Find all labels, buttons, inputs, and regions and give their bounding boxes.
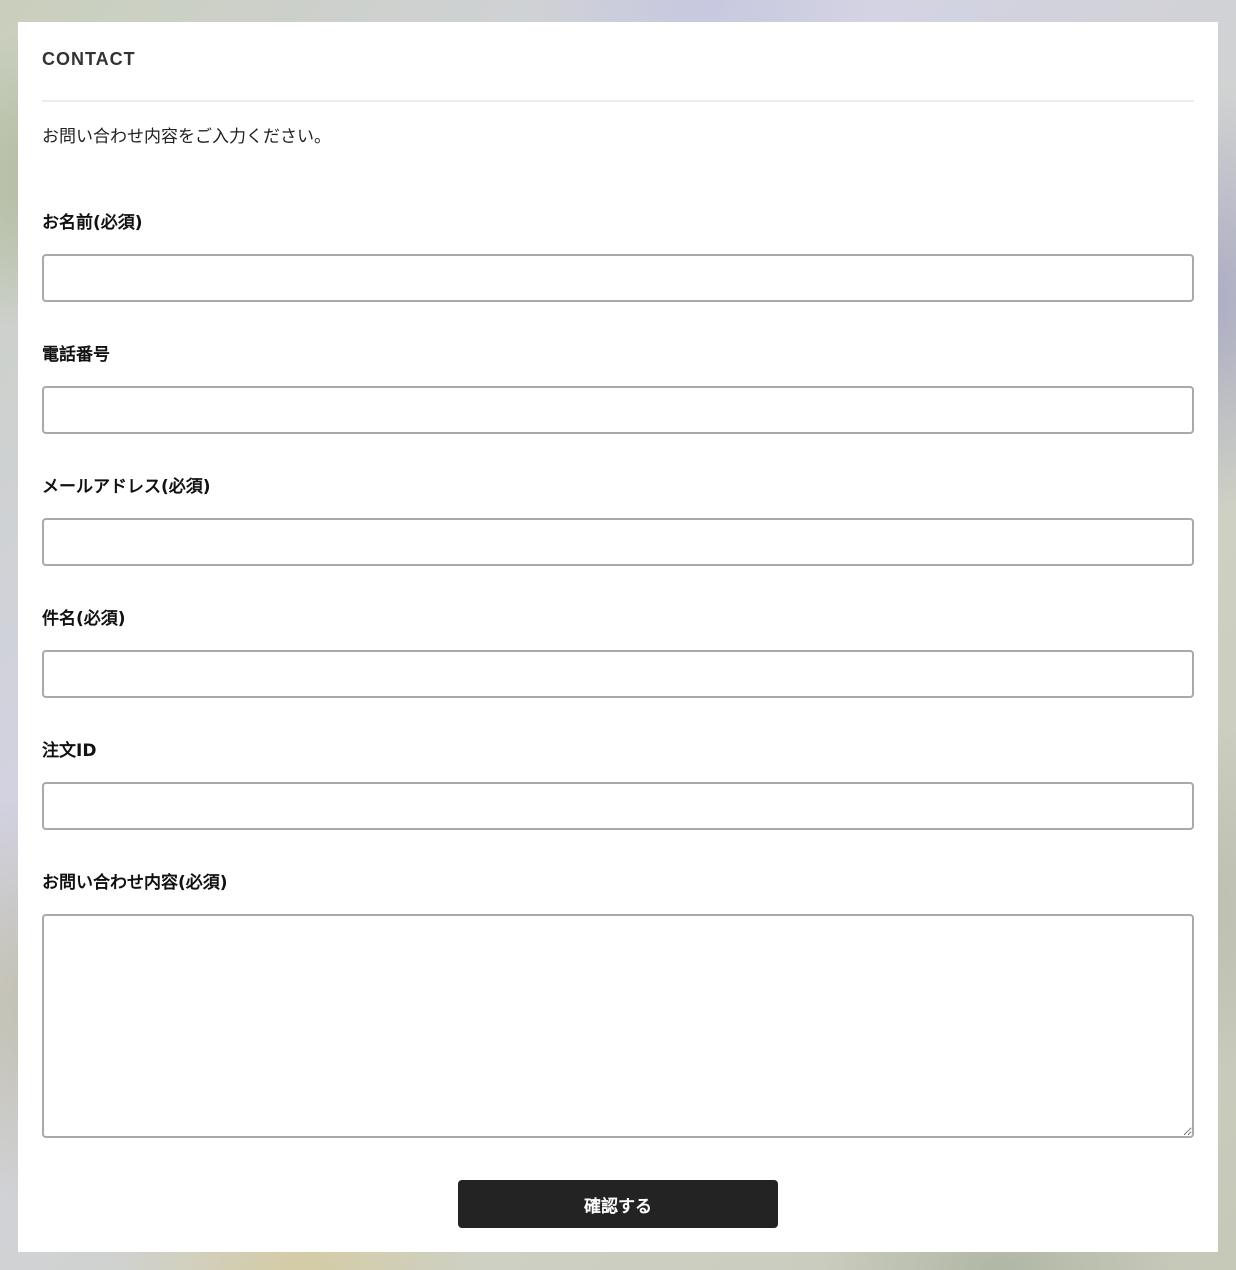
- email-input[interactable]: [42, 518, 1194, 566]
- subject-label: 件名(必須): [42, 609, 126, 629]
- name-input[interactable]: [42, 254, 1194, 302]
- phone-label: 電話番号: [42, 345, 110, 365]
- card-header: CONTACT: [42, 22, 1194, 102]
- form-intro-text: お問い合わせ内容をご入力ください。: [42, 127, 331, 147]
- page-title: CONTACT: [42, 48, 136, 69]
- subject-input[interactable]: [42, 650, 1194, 698]
- order-id-input[interactable]: [42, 782, 1194, 830]
- phone-input[interactable]: [42, 386, 1194, 434]
- inquiry-textarea[interactable]: [42, 914, 1194, 1138]
- order-id-label: 注文ID: [42, 741, 97, 761]
- inquiry-label: お問い合わせ内容(必須): [42, 873, 228, 893]
- contact-form-card: CONTACT お問い合わせ内容をご入力ください。 お名前(必須) 電話番号 メ…: [18, 22, 1218, 1252]
- email-label: メールアドレス(必須): [42, 477, 211, 497]
- name-label: お名前(必須): [42, 213, 143, 233]
- confirm-button[interactable]: 確認する: [458, 1180, 778, 1228]
